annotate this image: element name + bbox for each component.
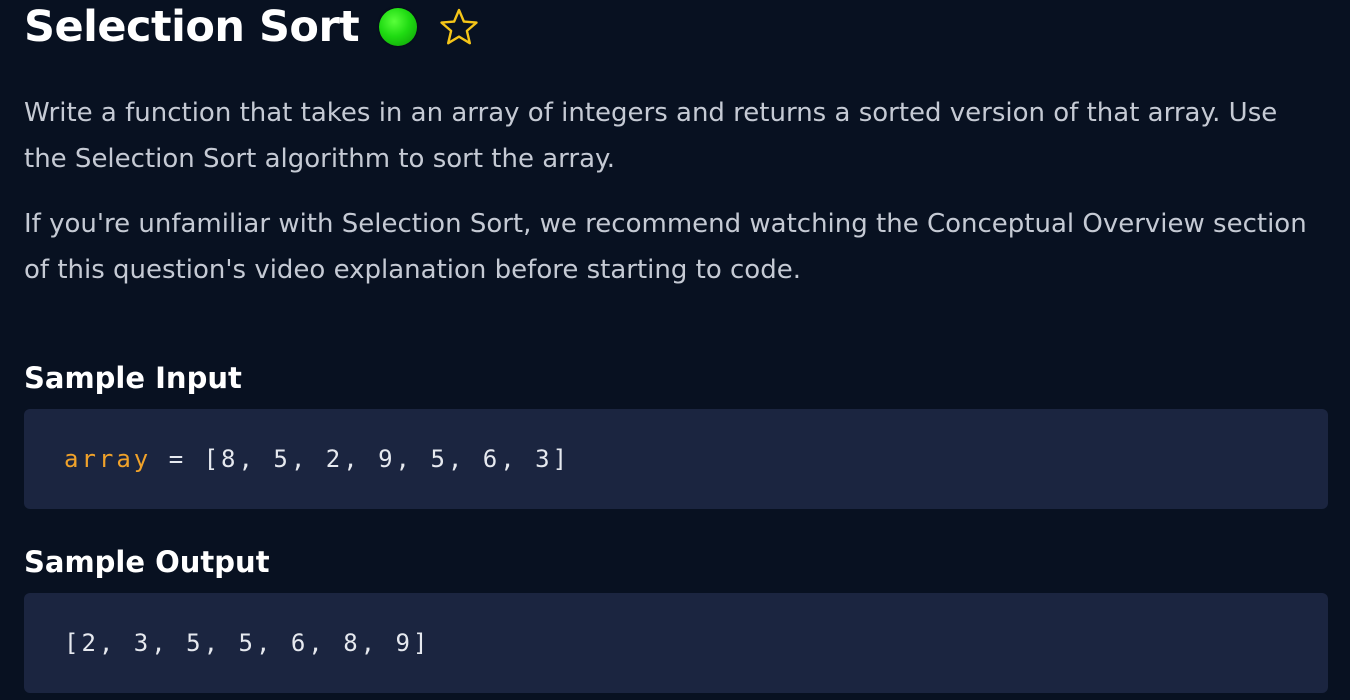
code-operator: =	[151, 445, 204, 473]
sample-output-heading: Sample Output	[24, 545, 270, 579]
sample-output-code-block: [2, 3, 5, 5, 6, 8, 9]	[24, 593, 1328, 693]
title-row: Selection Sort	[24, 0, 1328, 54]
difficulty-indicator-icon	[379, 8, 418, 46]
star-outline-icon[interactable]	[439, 7, 479, 47]
problem-panel: Selection Sort Write a function that tak…	[24, 0, 1328, 693]
description-paragraph-1: Write a function that takes in an array …	[24, 98, 1278, 174]
code-variable: array	[64, 445, 152, 473]
problem-title: Selection Sort	[24, 2, 360, 52]
sample-input-code-block: array = [8, 5, 2, 9, 5, 6, 3]	[24, 409, 1328, 509]
description-paragraph-2: If you're unfamiliar with Selection Sort…	[24, 209, 1307, 285]
code-value: [8, 5, 2, 9, 5, 6, 3]	[203, 445, 571, 473]
code-output-value: [2, 3, 5, 5, 6, 8, 9]	[64, 629, 431, 657]
sample-input-heading: Sample Input	[24, 361, 242, 395]
